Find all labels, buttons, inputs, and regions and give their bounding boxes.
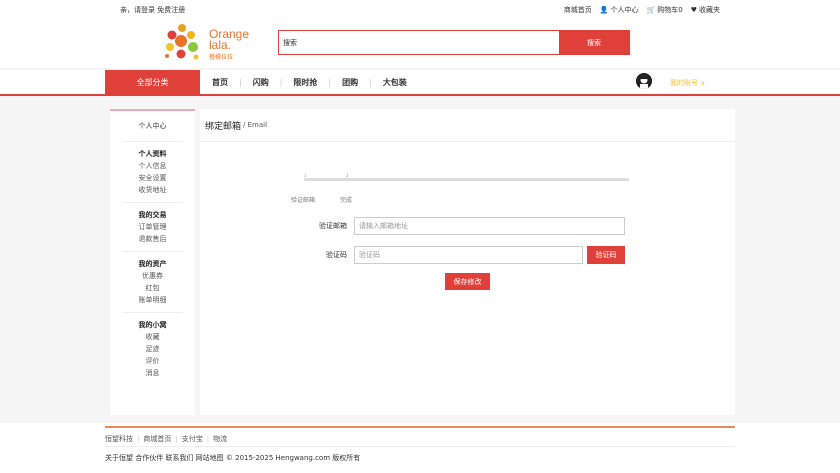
sidebar-item-address[interactable]: 收货地址	[110, 184, 195, 196]
sidebar: 个人中心 个人资料 个人信息 安全设置 收货地址 我的交易 订单管理 退款售后 …	[110, 109, 195, 415]
get-code-button[interactable]: 验证码	[587, 246, 625, 264]
logo-title-line2: lala.	[209, 38, 232, 52]
page-subtitle: / Email	[243, 121, 268, 129]
sidebar-group-title: 我的交易	[138, 211, 167, 219]
sidebar-divider	[122, 312, 183, 313]
footer-separator: |	[137, 435, 140, 443]
copyright: 关于恒望 合作伙伴 联系我们 网站地图 © 2015-2025 Hengwang…	[105, 454, 361, 462]
sidebar-group-title: 我的资产	[138, 260, 167, 268]
sidebar-item-security[interactable]: 安全设置	[110, 172, 195, 184]
sidebar-item-coupons[interactable]: 优惠券	[110, 270, 195, 282]
nav-link-group[interactable]: 团购	[342, 77, 358, 88]
footer: 恒望科技 | 商城首页 | 支付宝 | 物流 关于恒望 合作伙伴 联系我们 网站…	[0, 423, 840, 473]
mall-home-link[interactable]: 商城首页	[564, 5, 592, 15]
favorites-label: 收藏夹	[699, 6, 720, 14]
progress-step-2: 2	[346, 173, 349, 178]
sidebar-item-orders[interactable]: 订单管理	[110, 221, 195, 233]
footer-link-home[interactable]: 商城首页	[143, 434, 171, 444]
sidebar-title[interactable]: 个人中心	[110, 121, 195, 135]
user-account-menu[interactable]: 我的账号 ∨	[670, 78, 705, 88]
search-bar: 搜索	[278, 30, 630, 55]
footer-link-logistics[interactable]: 物流	[213, 434, 227, 444]
nav-link-home[interactable]: 首页	[212, 77, 228, 88]
step-label-verify: 验证邮箱	[291, 197, 316, 204]
sidebar-item-messages[interactable]: 消息	[110, 367, 195, 379]
avatar-icon	[636, 73, 652, 89]
nav-link-bulk[interactable]: 大包装	[383, 77, 407, 88]
step-label-done: 完成	[340, 197, 353, 204]
verification-code-field[interactable]	[354, 246, 583, 264]
sidebar-item-red-packets[interactable]: 红包	[110, 282, 195, 294]
nav-link-limited[interactable]: 限时抢	[293, 77, 317, 88]
footer-link-company[interactable]: 恒望科技	[105, 434, 133, 444]
footer-divider-2	[105, 446, 735, 447]
progress-step-1: 1	[304, 173, 307, 178]
sidebar-item-refunds[interactable]: 退款售后	[110, 233, 195, 245]
top-links: 商城首页 👤 个人中心 🛒 购物车0 ♥ 收藏夹	[564, 5, 720, 15]
all-categories-button[interactable]: 全部分类	[105, 70, 200, 94]
cart-label: 购物车0	[657, 6, 683, 14]
code-label: 验证码	[326, 251, 347, 259]
email-field[interactable]	[354, 217, 625, 235]
email-label: 验证邮箱	[319, 222, 347, 230]
sidebar-divider	[122, 141, 183, 142]
sidebar-divider	[122, 202, 183, 203]
user-center-link[interactable]: 👤 个人中心	[600, 5, 639, 15]
sidebar-item-bills[interactable]: 账单明细	[110, 294, 195, 306]
sidebar-item-reviews[interactable]: 评价	[110, 355, 195, 367]
nav-link-flash[interactable]: 闪购	[253, 77, 269, 88]
logo-graphic	[165, 24, 199, 60]
footer-links: 恒望科技 | 商城首页 | 支付宝 | 物流	[105, 434, 227, 444]
footer-separator: |	[175, 435, 178, 443]
top-bar: 亲，请登录 免费注册 商城首页 👤 个人中心 🛒 购物车0 ♥ 收藏夹	[0, 0, 840, 18]
sidebar-item-profile[interactable]: 个人信息	[110, 160, 195, 172]
logo[interactable]: Orange lala. 橙橘拉拉	[162, 23, 252, 63]
heart-icon: ♥	[690, 6, 697, 14]
main-panel: 绑定邮箱 / Email 1 2 验证邮箱 完成 验证邮箱 验证码 验证码 保存…	[200, 109, 735, 415]
sidebar-divider	[122, 251, 183, 252]
page-title-text: 绑定邮箱	[205, 121, 242, 132]
user-center-label: 个人中心	[610, 6, 639, 14]
email-row: 验证邮箱	[300, 217, 625, 235]
logo-title: Orange lala.	[209, 28, 249, 52]
search-input[interactable]	[279, 31, 559, 54]
search-button[interactable]: 搜索	[559, 31, 629, 54]
sidebar-item-footprint[interactable]: 足迹	[110, 343, 195, 355]
footer-separator: |	[206, 435, 210, 443]
nav-separator: |	[239, 78, 242, 87]
page-title: 绑定邮箱 / Email	[200, 109, 735, 142]
header: Orange lala. 橙橘拉拉 搜索	[0, 18, 840, 68]
sidebar-item-collection[interactable]: 收藏	[110, 331, 195, 343]
sidebar-group-title: 个人资料	[138, 150, 167, 158]
progress-fill	[304, 178, 349, 181]
footer-divider	[105, 426, 735, 428]
nav-separator: |	[279, 78, 283, 87]
cart-link[interactable]: 🛒 购物车0	[647, 5, 683, 15]
person-icon: 👤	[599, 6, 609, 14]
favorites-link[interactable]: ♥ 收藏夹	[691, 5, 720, 15]
cart-icon: 🛒	[646, 6, 656, 14]
code-row: 验证码	[300, 246, 583, 264]
avatar[interactable]	[636, 73, 652, 89]
logo-subtitle: 橙橘拉拉	[209, 54, 234, 61]
progress-bar	[304, 178, 629, 181]
sidebar-group-title: 我的小窝	[138, 321, 167, 329]
mall-home-label: 商城首页	[563, 6, 592, 14]
nav-separator: |	[328, 78, 332, 87]
nav-links: 首页 | 闪购 | 限时抢 | 团购 | 大包装	[212, 77, 407, 88]
footer-link-alipay[interactable]: 支付宝	[182, 434, 203, 444]
login-register-link[interactable]: 亲，请登录 免费注册	[120, 5, 185, 15]
nav-separator: |	[369, 78, 372, 87]
save-button[interactable]: 保存修改	[445, 273, 490, 290]
main-nav: 全部分类 首页 | 闪购 | 限时抢 | 团购 | 大包装 我的账号 ∨	[0, 70, 840, 96]
